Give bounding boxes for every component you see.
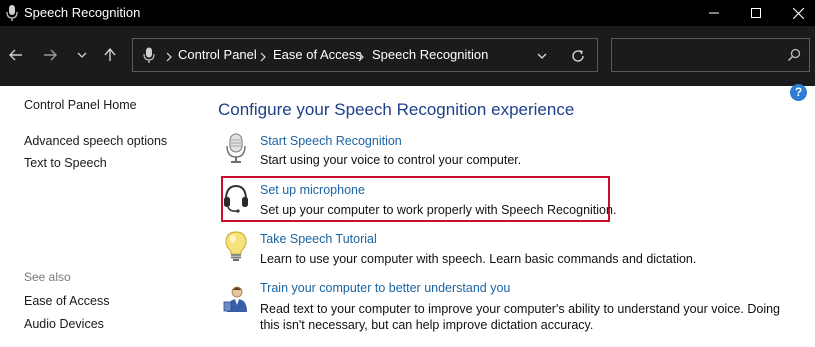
headset-icon [220, 182, 252, 214]
advanced-speech-options-link[interactable]: Advanced speech options [24, 134, 167, 148]
take-speech-tutorial-link[interactable]: Take Speech Tutorial [260, 232, 377, 246]
back-button[interactable] [4, 41, 28, 69]
train-computer-link[interactable]: Train your computer to better understand… [260, 281, 510, 295]
recent-locations-button[interactable] [70, 41, 94, 69]
navigation-bar: Control Panel Ease of Access Speech Reco… [0, 26, 815, 86]
search-input[interactable] [618, 45, 778, 65]
train-computer-description-line-2: this isn't necessary, but can help impro… [260, 318, 594, 332]
page-heading: Configure your Speech Recognition experi… [218, 100, 575, 119]
train-computer-description-line-1: Read text to your computer to improve yo… [260, 302, 781, 316]
set-up-microphone-description: Set up your computer to work properly wi… [260, 203, 617, 217]
breadcrumb-speech-recognition[interactable]: Speech Recognition [372, 47, 488, 62]
control-panel-home-link[interactable]: Control Panel Home [24, 98, 137, 112]
up-button[interactable] [98, 41, 122, 69]
search-icon[interactable] [787, 48, 801, 62]
user-train-icon [220, 282, 252, 314]
search-box[interactable] [611, 38, 810, 72]
address-bar[interactable]: Control Panel Ease of Access Speech Reco… [132, 38, 598, 72]
breadcrumb-ease-of-access[interactable]: Ease of Access [273, 47, 362, 62]
breadcrumb-separator-icon[interactable] [357, 50, 365, 62]
audio-devices-link[interactable]: Audio Devices [24, 317, 104, 331]
window-title: Speech Recognition [24, 5, 141, 20]
see-also-label: See also [24, 270, 71, 284]
breadcrumb-control-panel[interactable]: Control Panel [178, 47, 257, 62]
lightbulb-icon [220, 230, 252, 262]
ease-of-access-link[interactable]: Ease of Access [24, 294, 109, 308]
set-up-microphone-link[interactable]: Set up microphone [260, 183, 365, 197]
close-button[interactable] [775, 0, 815, 26]
help-icon[interactable]: ? [790, 84, 807, 101]
maximize-button[interactable] [733, 0, 779, 26]
chevron-down-icon[interactable] [535, 49, 549, 63]
forward-button[interactable] [38, 41, 62, 69]
take-speech-tutorial-description: Learn to use your computer with speech. … [260, 252, 697, 266]
microphone-app-icon [4, 4, 20, 22]
microphone-icon [143, 47, 155, 64]
breadcrumb-separator-icon[interactable] [165, 50, 173, 62]
text-to-speech-link[interactable]: Text to Speech [24, 156, 107, 170]
breadcrumb-separator-icon[interactable] [259, 50, 267, 62]
left-pane: Control Panel Home Advanced speech optio… [0, 86, 200, 347]
start-speech-recognition-link[interactable]: Start Speech Recognition [260, 134, 402, 148]
start-speech-recognition-description: Start using your voice to control your c… [260, 153, 522, 167]
title-bar: Speech Recognition [0, 0, 815, 26]
refresh-icon[interactable] [569, 47, 587, 65]
microphone-icon [220, 132, 252, 164]
minimize-button[interactable] [691, 0, 737, 26]
